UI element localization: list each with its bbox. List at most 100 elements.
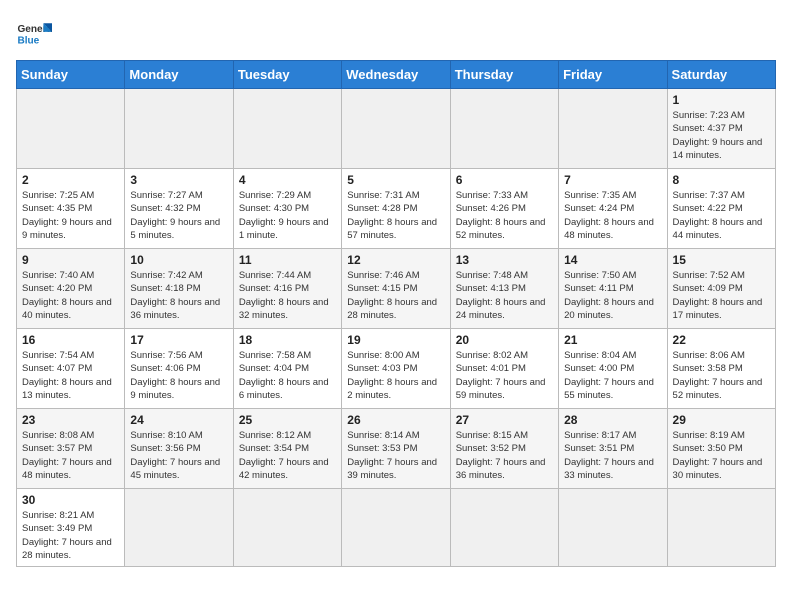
calendar-week-3: 9 Sunrise: 7:40 AM Sunset: 4:20 PM Daylig… bbox=[17, 249, 776, 329]
calendar-cell bbox=[559, 489, 667, 567]
svg-text:Blue: Blue bbox=[17, 35, 39, 46]
calendar-cell bbox=[125, 89, 233, 169]
day-number: 6 bbox=[456, 173, 553, 187]
calendar-cell: 12 Sunrise: 7:46 AM Sunset: 4:15 PM Dayli… bbox=[342, 249, 450, 329]
day-number: 11 bbox=[239, 253, 336, 267]
calendar-cell: 28 Sunrise: 8:17 AM Sunset: 3:51 PM Dayli… bbox=[559, 409, 667, 489]
calendar-cell bbox=[450, 489, 558, 567]
day-number: 27 bbox=[456, 413, 553, 427]
day-number: 21 bbox=[564, 333, 661, 347]
day-info: Sunrise: 7:29 AM Sunset: 4:30 PM Dayligh… bbox=[239, 189, 336, 242]
calendar-cell: 15Sunrise: 7:52 AM Sunset: 4:09 PM Dayli… bbox=[667, 249, 775, 329]
day-info: Sunrise: 8:08 AM Sunset: 3:57 PM Dayligh… bbox=[22, 429, 119, 482]
weekday-header-sunday: Sunday bbox=[17, 61, 125, 89]
day-number: 9 bbox=[22, 253, 119, 267]
day-info: Sunrise: 8:21 AM Sunset: 3:49 PM Dayligh… bbox=[22, 509, 119, 562]
calendar-week-2: 2 Sunrise: 7:25 AM Sunset: 4:35 PM Daylig… bbox=[17, 169, 776, 249]
day-info: Sunrise: 7:33 AM Sunset: 4:26 PM Dayligh… bbox=[456, 189, 553, 242]
day-info: Sunrise: 7:27 AM Sunset: 4:32 PM Dayligh… bbox=[130, 189, 227, 242]
day-number: 13 bbox=[456, 253, 553, 267]
day-number: 25 bbox=[239, 413, 336, 427]
day-info: Sunrise: 7:35 AM Sunset: 4:24 PM Dayligh… bbox=[564, 189, 661, 242]
calendar-cell: 6 Sunrise: 7:33 AM Sunset: 4:26 PM Daylig… bbox=[450, 169, 558, 249]
day-number: 5 bbox=[347, 173, 444, 187]
day-info: Sunrise: 7:40 AM Sunset: 4:20 PM Dayligh… bbox=[22, 269, 119, 322]
day-number: 16 bbox=[22, 333, 119, 347]
weekday-header-friday: Friday bbox=[559, 61, 667, 89]
day-number: 2 bbox=[22, 173, 119, 187]
calendar-cell: 30Sunrise: 8:21 AM Sunset: 3:49 PM Dayli… bbox=[17, 489, 125, 567]
calendar-cell bbox=[233, 89, 341, 169]
day-info: Sunrise: 7:23 AM Sunset: 4:37 PM Dayligh… bbox=[673, 109, 770, 162]
day-info: Sunrise: 8:14 AM Sunset: 3:53 PM Dayligh… bbox=[347, 429, 444, 482]
weekday-header-row: SundayMondayTuesdayWednesdayThursdayFrid… bbox=[17, 61, 776, 89]
calendar-cell: 11 Sunrise: 7:44 AM Sunset: 4:16 PM Dayli… bbox=[233, 249, 341, 329]
calendar-cell bbox=[342, 89, 450, 169]
day-info: Sunrise: 8:02 AM Sunset: 4:01 PM Dayligh… bbox=[456, 349, 553, 402]
day-info: Sunrise: 7:31 AM Sunset: 4:28 PM Dayligh… bbox=[347, 189, 444, 242]
day-number: 26 bbox=[347, 413, 444, 427]
calendar-cell: 18Sunrise: 7:58 AM Sunset: 4:04 PM Dayli… bbox=[233, 329, 341, 409]
day-info: Sunrise: 7:37 AM Sunset: 4:22 PM Dayligh… bbox=[673, 189, 770, 242]
calendar-cell bbox=[450, 89, 558, 169]
calendar-cell: 21 Sunrise: 8:04 AM Sunset: 4:00 PM Dayli… bbox=[559, 329, 667, 409]
day-info: Sunrise: 7:42 AM Sunset: 4:18 PM Dayligh… bbox=[130, 269, 227, 322]
calendar-cell: 29 Sunrise: 8:19 AM Sunset: 3:50 PM Dayli… bbox=[667, 409, 775, 489]
calendar-cell: 8 Sunrise: 7:37 AM Sunset: 4:22 PM Daylig… bbox=[667, 169, 775, 249]
calendar-cell: 4 Sunrise: 7:29 AM Sunset: 4:30 PM Daylig… bbox=[233, 169, 341, 249]
day-info: Sunrise: 7:58 AM Sunset: 4:04 PM Dayligh… bbox=[239, 349, 336, 402]
logo-icon: General Blue bbox=[16, 16, 52, 52]
calendar-table: SundayMondayTuesdayWednesdayThursdayFrid… bbox=[16, 60, 776, 567]
calendar-week-6: 30Sunrise: 8:21 AM Sunset: 3:49 PM Dayli… bbox=[17, 489, 776, 567]
day-info: Sunrise: 7:48 AM Sunset: 4:13 PM Dayligh… bbox=[456, 269, 553, 322]
day-number: 28 bbox=[564, 413, 661, 427]
day-number: 24 bbox=[130, 413, 227, 427]
day-number: 14 bbox=[564, 253, 661, 267]
day-info: Sunrise: 7:46 AM Sunset: 4:15 PM Dayligh… bbox=[347, 269, 444, 322]
page-header: General Blue bbox=[16, 16, 776, 52]
day-info: Sunrise: 7:25 AM Sunset: 4:35 PM Dayligh… bbox=[22, 189, 119, 242]
day-info: Sunrise: 8:12 AM Sunset: 3:54 PM Dayligh… bbox=[239, 429, 336, 482]
calendar-cell: 17Sunrise: 7:56 AM Sunset: 4:06 PM Dayli… bbox=[125, 329, 233, 409]
day-info: Sunrise: 8:17 AM Sunset: 3:51 PM Dayligh… bbox=[564, 429, 661, 482]
weekday-header-thursday: Thursday bbox=[450, 61, 558, 89]
day-number: 7 bbox=[564, 173, 661, 187]
calendar-cell: 23Sunrise: 8:08 AM Sunset: 3:57 PM Dayli… bbox=[17, 409, 125, 489]
calendar-cell: 2 Sunrise: 7:25 AM Sunset: 4:35 PM Daylig… bbox=[17, 169, 125, 249]
calendar-cell: 1Sunrise: 7:23 AM Sunset: 4:37 PM Daylig… bbox=[667, 89, 775, 169]
weekday-header-wednesday: Wednesday bbox=[342, 61, 450, 89]
calendar-cell: 20 Sunrise: 8:02 AM Sunset: 4:01 PM Dayli… bbox=[450, 329, 558, 409]
calendar-week-1: 1Sunrise: 7:23 AM Sunset: 4:37 PM Daylig… bbox=[17, 89, 776, 169]
day-number: 4 bbox=[239, 173, 336, 187]
calendar-cell: 10Sunrise: 7:42 AM Sunset: 4:18 PM Dayli… bbox=[125, 249, 233, 329]
calendar-cell: 25 Sunrise: 8:12 AM Sunset: 3:54 PM Dayli… bbox=[233, 409, 341, 489]
day-info: Sunrise: 8:00 AM Sunset: 4:03 PM Dayligh… bbox=[347, 349, 444, 402]
calendar-cell: 27Sunrise: 8:15 AM Sunset: 3:52 PM Dayli… bbox=[450, 409, 558, 489]
calendar-cell bbox=[667, 489, 775, 567]
day-number: 29 bbox=[673, 413, 770, 427]
day-info: Sunrise: 8:04 AM Sunset: 4:00 PM Dayligh… bbox=[564, 349, 661, 402]
calendar-cell: 19Sunrise: 8:00 AM Sunset: 4:03 PM Dayli… bbox=[342, 329, 450, 409]
day-info: Sunrise: 7:50 AM Sunset: 4:11 PM Dayligh… bbox=[564, 269, 661, 322]
calendar-cell: 14 Sunrise: 7:50 AM Sunset: 4:11 PM Dayli… bbox=[559, 249, 667, 329]
day-number: 22 bbox=[673, 333, 770, 347]
calendar-cell bbox=[342, 489, 450, 567]
calendar-cell bbox=[17, 89, 125, 169]
day-info: Sunrise: 8:19 AM Sunset: 3:50 PM Dayligh… bbox=[673, 429, 770, 482]
day-info: Sunrise: 7:54 AM Sunset: 4:07 PM Dayligh… bbox=[22, 349, 119, 402]
day-number: 20 bbox=[456, 333, 553, 347]
day-number: 12 bbox=[347, 253, 444, 267]
calendar-cell: 9 Sunrise: 7:40 AM Sunset: 4:20 PM Daylig… bbox=[17, 249, 125, 329]
calendar-cell: 16 Sunrise: 7:54 AM Sunset: 4:07 PM Dayli… bbox=[17, 329, 125, 409]
calendar-cell: 26 Sunrise: 8:14 AM Sunset: 3:53 PM Dayli… bbox=[342, 409, 450, 489]
calendar-week-4: 16 Sunrise: 7:54 AM Sunset: 4:07 PM Dayli… bbox=[17, 329, 776, 409]
calendar-cell: 13 Sunrise: 7:48 AM Sunset: 4:13 PM Dayli… bbox=[450, 249, 558, 329]
calendar-cell: 5 Sunrise: 7:31 AM Sunset: 4:28 PM Daylig… bbox=[342, 169, 450, 249]
day-number: 8 bbox=[673, 173, 770, 187]
calendar-cell: 22 Sunrise: 8:06 AM Sunset: 3:58 PM Dayli… bbox=[667, 329, 775, 409]
day-info: Sunrise: 7:44 AM Sunset: 4:16 PM Dayligh… bbox=[239, 269, 336, 322]
calendar-week-5: 23Sunrise: 8:08 AM Sunset: 3:57 PM Dayli… bbox=[17, 409, 776, 489]
day-info: Sunrise: 8:10 AM Sunset: 3:56 PM Dayligh… bbox=[130, 429, 227, 482]
day-info: Sunrise: 8:06 AM Sunset: 3:58 PM Dayligh… bbox=[673, 349, 770, 402]
day-info: Sunrise: 7:56 AM Sunset: 4:06 PM Dayligh… bbox=[130, 349, 227, 402]
